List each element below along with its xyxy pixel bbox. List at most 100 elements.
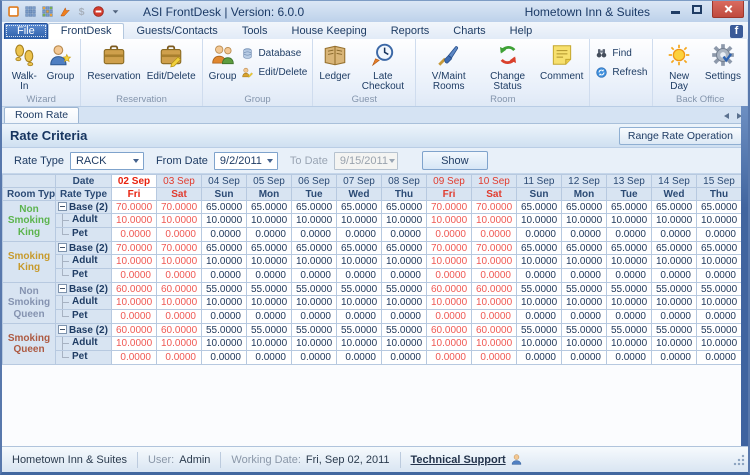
rate-value-cell[interactable]: 10.0000 <box>247 255 292 269</box>
rate-value-cell[interactable]: 10.0000 <box>292 337 337 351</box>
rate-value-cell[interactable]: 0.0000 <box>607 310 652 324</box>
rate-value-cell[interactable]: 10.0000 <box>472 296 517 310</box>
rate-value-cell[interactable]: 0.0000 <box>247 351 292 365</box>
rate-value-cell[interactable]: 0.0000 <box>292 269 337 283</box>
rate-value-cell[interactable]: 10.0000 <box>472 214 517 228</box>
rate-value-cell[interactable]: 10.0000 <box>247 296 292 310</box>
rate-value-cell[interactable]: 10.0000 <box>337 337 382 351</box>
rate-value-cell[interactable]: 10.0000 <box>517 214 562 228</box>
rate-value-cell[interactable]: 10.0000 <box>427 214 472 228</box>
rate-value-cell[interactable]: 55.0000 <box>292 283 337 296</box>
menu-tab-guests-contacts[interactable]: Guests/Contacts <box>124 24 229 39</box>
rate-value-cell[interactable]: 70.0000 <box>112 201 157 214</box>
rate-value-cell[interactable]: 55.0000 <box>382 283 427 296</box>
rate-type-cell[interactable]: Base (2) <box>56 201 112 214</box>
rate-value-cell[interactable]: 0.0000 <box>472 228 517 242</box>
rate-value-cell[interactable]: 0.0000 <box>607 269 652 283</box>
new-day-button[interactable]: New Day <box>656 41 701 94</box>
rate-type-cell[interactable]: Adult <box>56 255 112 269</box>
rate-value-cell[interactable]: 0.0000 <box>607 228 652 242</box>
rate-value-cell[interactable]: 65.0000 <box>697 201 742 214</box>
rate-value-cell[interactable]: 55.0000 <box>247 283 292 296</box>
rate-value-cell[interactable]: 10.0000 <box>472 337 517 351</box>
date-header[interactable]: 06 Sep <box>292 175 337 188</box>
rate-value-cell[interactable]: 10.0000 <box>202 214 247 228</box>
rate-value-cell[interactable]: 0.0000 <box>652 228 697 242</box>
reservation-button[interactable]: Reservation <box>84 41 143 83</box>
rate-value-cell[interactable]: 10.0000 <box>517 255 562 269</box>
rate-type-cell[interactable]: Adult <box>56 337 112 351</box>
rate-value-cell[interactable]: 0.0000 <box>562 269 607 283</box>
rate-value-cell[interactable]: 65.0000 <box>607 242 652 255</box>
rate-value-cell[interactable]: 10.0000 <box>157 296 202 310</box>
scroll-left-icon[interactable] <box>724 113 729 119</box>
rate-value-cell[interactable]: 60.0000 <box>157 324 202 337</box>
collapse-icon[interactable] <box>58 243 67 252</box>
rate-value-cell[interactable]: 55.0000 <box>652 324 697 337</box>
rate-value-cell[interactable]: 55.0000 <box>337 324 382 337</box>
rate-value-cell[interactable]: 0.0000 <box>112 228 157 242</box>
rate-type-cell[interactable]: Pet <box>56 269 112 283</box>
rate-value-cell[interactable]: 0.0000 <box>517 269 562 283</box>
edit-delete-button[interactable]: Edit/Delete <box>144 41 199 83</box>
rate-value-cell[interactable]: 10.0000 <box>382 214 427 228</box>
rate-value-cell[interactable]: 0.0000 <box>157 228 202 242</box>
rate-type-cell[interactable]: Base (2) <box>56 324 112 337</box>
rate-value-cell[interactable]: 10.0000 <box>157 337 202 351</box>
rate-value-cell[interactable]: 10.0000 <box>382 296 427 310</box>
date-header[interactable]: 12 Sep <box>562 175 607 188</box>
close-button[interactable] <box>712 1 744 18</box>
rate-value-cell[interactable]: 0.0000 <box>697 310 742 324</box>
rate-value-cell[interactable]: 0.0000 <box>382 310 427 324</box>
rate-value-cell[interactable]: 65.0000 <box>247 201 292 214</box>
date-header[interactable]: 09 Sep <box>427 175 472 188</box>
refresh-button[interactable]: Refresh <box>595 66 647 79</box>
rate-value-cell[interactable]: 55.0000 <box>562 324 607 337</box>
rate-value-cell[interactable]: 0.0000 <box>652 269 697 283</box>
rate-type-cell[interactable]: Adult <box>56 296 112 310</box>
rate-value-cell[interactable]: 10.0000 <box>562 296 607 310</box>
menu-tab-file[interactable]: File <box>4 23 48 39</box>
rate-value-cell[interactable]: 0.0000 <box>562 310 607 324</box>
rate-value-cell[interactable]: 10.0000 <box>202 296 247 310</box>
dollar-icon[interactable]: $ <box>74 4 89 19</box>
rate-value-cell[interactable]: 0.0000 <box>562 228 607 242</box>
rate-value-cell[interactable]: 65.0000 <box>562 242 607 255</box>
rate-value-cell[interactable]: 70.0000 <box>427 242 472 255</box>
rate-value-cell[interactable]: 10.0000 <box>607 337 652 351</box>
rate-value-cell[interactable]: 10.0000 <box>472 255 517 269</box>
rate-value-cell[interactable]: 55.0000 <box>652 283 697 296</box>
rate-value-cell[interactable]: 10.0000 <box>247 214 292 228</box>
rate-value-cell[interactable]: 55.0000 <box>292 324 337 337</box>
rate-value-cell[interactable]: 65.0000 <box>382 242 427 255</box>
rate-value-cell[interactable]: 10.0000 <box>337 255 382 269</box>
rate-value-cell[interactable]: 60.0000 <box>157 283 202 296</box>
date-header[interactable]: 10 Sep <box>472 175 517 188</box>
rate-value-cell[interactable]: 10.0000 <box>157 214 202 228</box>
rate-value-cell[interactable]: 0.0000 <box>337 269 382 283</box>
tab-room-rate[interactable]: Room Rate <box>4 107 79 123</box>
rate-value-cell[interactable]: 65.0000 <box>292 242 337 255</box>
rate-value-cell[interactable]: 65.0000 <box>202 201 247 214</box>
rate-value-cell[interactable]: 0.0000 <box>562 351 607 365</box>
rate-value-cell[interactable]: 55.0000 <box>247 324 292 337</box>
rate-value-cell[interactable]: 10.0000 <box>607 296 652 310</box>
rate-value-cell[interactable]: 65.0000 <box>382 201 427 214</box>
walk-in-button[interactable]: Walk-In <box>5 41 44 94</box>
rate-type-select[interactable]: RACK <box>70 152 144 170</box>
rate-value-cell[interactable]: 55.0000 <box>202 283 247 296</box>
rate-value-cell[interactable]: 10.0000 <box>157 255 202 269</box>
rate-value-cell[interactable]: 65.0000 <box>247 242 292 255</box>
comment-button[interactable]: Comment <box>537 41 586 83</box>
menu-tab-house-keeping[interactable]: House Keeping <box>280 24 379 39</box>
edit-delete-button[interactable]: Edit/Delete <box>241 66 307 79</box>
rate-value-cell[interactable]: 0.0000 <box>292 351 337 365</box>
rate-value-cell[interactable]: 0.0000 <box>337 310 382 324</box>
rate-value-cell[interactable]: 10.0000 <box>337 296 382 310</box>
dropdown-caret-icon[interactable] <box>108 4 123 19</box>
facebook-icon[interactable]: f <box>730 25 743 38</box>
rate-value-cell[interactable]: 10.0000 <box>112 337 157 351</box>
rate-value-cell[interactable]: 65.0000 <box>562 201 607 214</box>
rate-value-cell[interactable]: 60.0000 <box>427 324 472 337</box>
date-header[interactable]: 04 Sep <box>202 175 247 188</box>
